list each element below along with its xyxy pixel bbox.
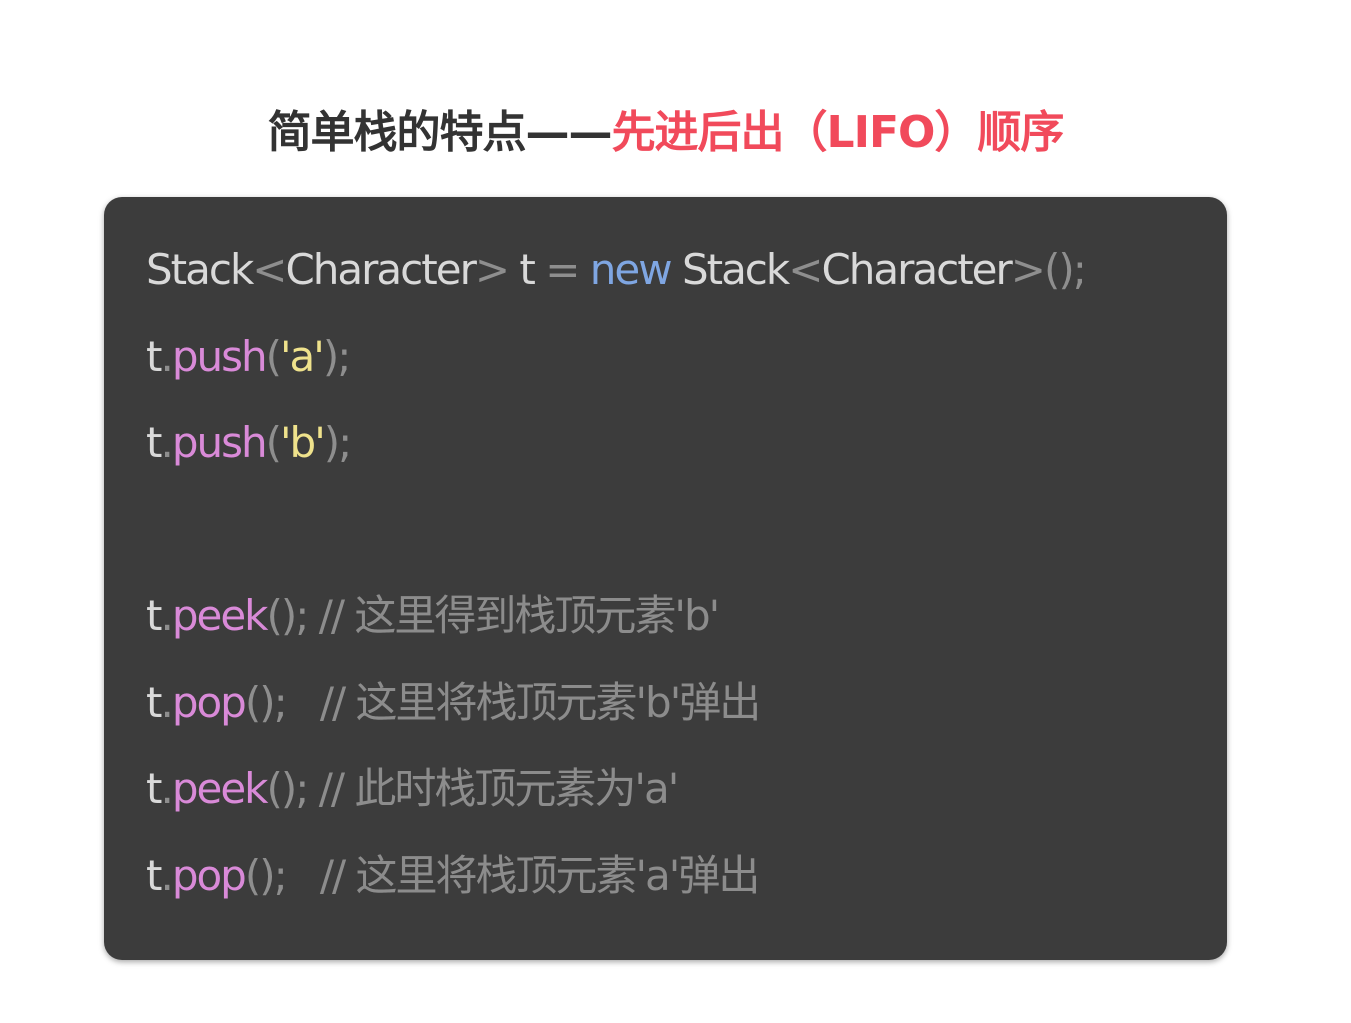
code-token-punct: . — [160, 591, 173, 640]
code-token-punct: ( — [265, 331, 282, 381]
code-token-punct: . — [160, 850, 173, 900]
code-token-punct: (); — [244, 677, 320, 727]
code-block: Stack<Character> t = new Stack<Character… — [104, 197, 1227, 960]
code-token-plain: Character — [821, 245, 1012, 294]
code-token-comment: // 此时栈顶元素为'a' — [318, 764, 679, 813]
code-token-plain: t — [146, 677, 163, 727]
code-token-method: pop — [171, 850, 247, 900]
code-token-comment: // 这里将栈顶元素'b'弹出 — [319, 677, 761, 727]
code-token-punct: ); — [323, 418, 353, 467]
code-line: t.peek(); // 这里得到栈顶元素'b' — [146, 583, 1085, 670]
code-token-plain: Character — [285, 245, 476, 294]
code-line: Stack<Character> t = new Stack<Character… — [146, 237, 1087, 324]
code-lines: Stack<Character> t = new Stack<Character… — [146, 237, 1087, 930]
code-token-punct: . — [160, 418, 173, 467]
code-token-method: push — [171, 418, 268, 467]
code-token-punct: = — [545, 245, 580, 294]
code-token-keyword: new — [589, 245, 673, 294]
code-token-punct: . — [160, 677, 173, 727]
code-token-string: 'b' — [280, 418, 326, 467]
code-token-punct: < — [788, 245, 823, 294]
code-token-punct: (); — [244, 850, 320, 900]
title-highlight: 先进后出（LIFO）顺序 — [611, 107, 1065, 158]
code-token-plain: t — [146, 418, 163, 467]
title-prefix: 简单栈的特点—— — [267, 107, 613, 158]
code-token-method: pop — [171, 677, 247, 727]
code-line: t.push('b'); — [146, 410, 1085, 497]
code-token-method: peek — [171, 591, 269, 640]
code-token-method: peek — [171, 764, 269, 813]
code-line: t.pop(); // 这里将栈顶元素'b'弹出 — [146, 670, 1085, 757]
code-token-plain: t — [508, 245, 546, 294]
code-token-punct: (); — [266, 764, 319, 813]
code-token-punct: . — [160, 331, 173, 381]
code-token-punct: ); — [322, 331, 352, 381]
code-token-plain: Stack — [146, 245, 254, 294]
code-line: t.pop(); // 这里将栈顶元素'a'弹出 — [146, 843, 1085, 930]
code-token-string: 'a' — [280, 331, 325, 381]
code-token-punct: ( — [265, 418, 282, 467]
code-token-plain: t — [146, 850, 163, 900]
code-line: t.peek(); // 此时栈顶元素为'a' — [146, 756, 1085, 843]
code-token-punct: . — [160, 764, 173, 813]
code-token-punct: >(); — [1010, 245, 1087, 294]
code-line: t.push('a'); — [146, 324, 1085, 411]
code-token-punct: (); — [266, 591, 319, 640]
code-token-punct: > — [474, 245, 510, 294]
code-token-method: push — [171, 331, 268, 381]
code-token-plain: t — [146, 331, 163, 381]
code-token-comment: // 这里得到栈顶元素'b' — [318, 591, 720, 640]
page-title: 简单栈的特点——先进后出（LIFO）顺序 — [0, 96, 1331, 160]
code-token-comment: // 这里将栈顶元素'a'弹出 — [319, 850, 760, 900]
code-token-plain: t — [146, 591, 163, 640]
code-token-punct: < — [252, 245, 287, 294]
code-token-plain: t — [146, 764, 163, 813]
code-token-plain: Stack — [670, 245, 790, 294]
